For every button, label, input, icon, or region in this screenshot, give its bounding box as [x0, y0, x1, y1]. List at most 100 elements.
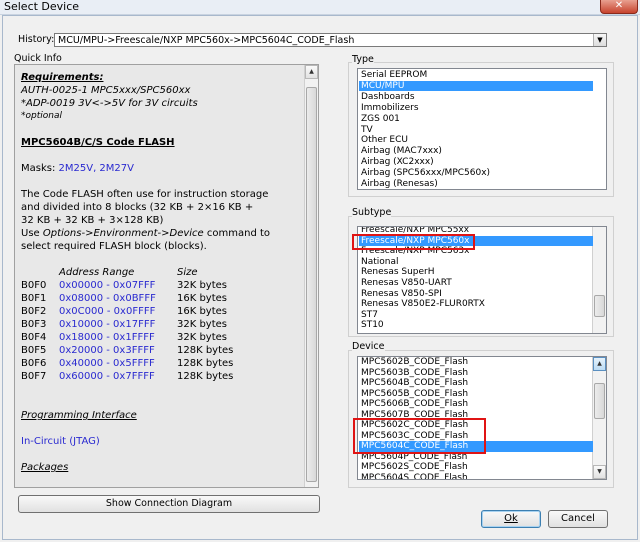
- packages-heading: Packages: [21, 462, 69, 473]
- type-listbox[interactable]: Serial EEPROM MCU/MPU Dashboards Immobilize…: [357, 68, 607, 190]
- close-icon[interactable]: ✕: [600, 0, 638, 14]
- list-item[interactable]: MCU/MPU: [359, 80, 593, 92]
- code-flash-heading: MPC5604B/C/S Code FLASH: [21, 137, 175, 148]
- block-name: B0F6: [21, 358, 47, 369]
- block-name: B0F5: [21, 345, 47, 356]
- list-item[interactable]: Airbag (XC2xxx): [361, 157, 434, 168]
- list-item[interactable]: MPC5605B_CODE_Flash: [361, 389, 468, 400]
- history-value: MCU/MPU->Freescale/NXP MPC560x->MPC5604C…: [58, 35, 355, 46]
- block-range: 0x40000 - 0x5FFFF: [59, 358, 155, 369]
- block-range: 0x18000 - 0x1FFFF: [59, 332, 155, 343]
- block-size: 16K bytes: [177, 293, 228, 304]
- scroll-thumb[interactable]: [594, 295, 605, 317]
- block-range: 0x0C000 - 0x0FFFF: [59, 306, 156, 317]
- list-item[interactable]: Renesas SuperH: [361, 267, 435, 278]
- list-item[interactable]: Renesas V850-SPI: [361, 289, 442, 300]
- block-size: 128K bytes: [177, 371, 234, 382]
- list-item[interactable]: MPC5604S_CODE_Flash: [361, 473, 468, 480]
- table-row: B0F3 0x10000 - 0x17FFF 32K bytes: [21, 318, 233, 331]
- block-size: 128K bytes: [177, 345, 234, 356]
- table-row: B0F4 0x18000 - 0x1FFFF 32K bytes: [21, 331, 233, 344]
- table-row: B0F6 0x40000 - 0x5FFFF 128K bytes: [21, 357, 233, 370]
- type-label: Type: [352, 54, 374, 65]
- list-item[interactable]: Serial EEPROM: [361, 70, 427, 81]
- quick-info-content: Requirements: AUTH-0025-1 MPC5xxx/SPC560…: [21, 71, 305, 474]
- requirement-line: *ADP-0019 3V<->5V for 3V circuits: [21, 98, 198, 109]
- block-size: 32K bytes: [177, 280, 228, 291]
- list-item[interactable]: MPC5604B_CODE_Flash: [361, 378, 468, 389]
- chevron-down-icon[interactable]: ▼: [593, 34, 606, 46]
- list-item[interactable]: Airbag (Renesas): [361, 179, 438, 189]
- scroll-up-icon[interactable]: ▲: [305, 65, 318, 79]
- address-range-header: Address Range: [59, 267, 135, 278]
- quick-info-panel: Requirements: AUTH-0025-1 MPC5xxx/SPC560…: [14, 64, 319, 488]
- block-name: B0F1: [21, 293, 47, 304]
- list-item[interactable]: Other ECU: [361, 135, 408, 146]
- cancel-button[interactable]: Cancel: [548, 510, 608, 528]
- cancel-label: Cancel: [561, 513, 595, 524]
- list-item[interactable]: National: [361, 257, 399, 268]
- list-item[interactable]: MPC5602S_CODE_Flash: [361, 462, 468, 473]
- table-row: B0F2 0x0C000 - 0x0FFFF 16K bytes: [21, 305, 233, 318]
- subtype-scrollbar[interactable]: [592, 227, 606, 333]
- list-item[interactable]: Renesas V850-UART: [361, 278, 452, 289]
- masks-label: Masks:: [21, 163, 59, 174]
- table-header-row: Address Range Size: [21, 266, 233, 279]
- quick-info-scrollbar[interactable]: ▲: [304, 65, 318, 487]
- block-size: 128K bytes: [177, 358, 234, 369]
- description-line: and divided into 8 blocks (32 KB + 2×16 …: [21, 202, 254, 213]
- block-name: B0F4: [21, 332, 47, 343]
- quick-info-label: Quick Info: [14, 53, 62, 64]
- table-row: B0F0 0x00000 - 0x07FFF 32K bytes: [21, 279, 233, 292]
- list-item[interactable]: MPC5603B_CODE_Flash: [361, 368, 468, 379]
- list-item[interactable]: Renesas V850E2-FLUR0RTX: [361, 299, 485, 310]
- ok-label: Ok: [504, 513, 518, 524]
- table-row: B0F1 0x08000 - 0x0BFFF 16K bytes: [21, 292, 233, 305]
- requirement-line: AUTH-0025-1 MPC5xxx/SPC560xx: [21, 85, 191, 96]
- block-name: B0F2: [21, 306, 47, 317]
- list-item[interactable]: Dashboards: [361, 92, 415, 103]
- list-item[interactable]: ZGS 001: [361, 114, 400, 125]
- table-row: B0F7 0x60000 - 0x7FFFF 128K bytes: [21, 370, 233, 383]
- scroll-thumb[interactable]: [306, 87, 317, 482]
- list-item[interactable]: ST10: [361, 320, 384, 331]
- flash-blocks-table: Address Range Size B0F0 0x00000 - 0x07FFF…: [21, 266, 233, 383]
- scroll-down-icon[interactable]: ▼: [593, 465, 606, 479]
- use-prefix: Use: [21, 228, 43, 239]
- block-range: 0x10000 - 0x17FFF: [59, 319, 156, 330]
- list-item[interactable]: Immobilizers: [361, 103, 419, 114]
- device-scrollbar[interactable]: ▲ ▼: [592, 357, 606, 479]
- show-connection-diagram-button[interactable]: Show Connection Diagram: [18, 495, 320, 513]
- list-item[interactable]: ST7: [361, 310, 378, 321]
- ok-button[interactable]: Ok: [481, 510, 541, 528]
- masks-value[interactable]: 2M25V, 2M27V: [59, 163, 134, 174]
- description-line: 32 KB + 32 KB + 3×128 KB): [21, 215, 164, 226]
- block-range: 0x20000 - 0x3FFFF: [59, 345, 155, 356]
- use-suffix: command to: [203, 228, 271, 239]
- title-bar: Select Device ✕: [0, 0, 640, 15]
- scroll-up-icon[interactable]: ▲: [593, 357, 606, 371]
- table-row: B0F5 0x20000 - 0x3FFFF 128K bytes: [21, 344, 233, 357]
- list-item[interactable]: TV: [361, 125, 373, 136]
- list-item[interactable]: MPC5602B_CODE_Flash: [361, 357, 468, 368]
- list-item[interactable]: MPC5606B_CODE_Flash: [361, 399, 468, 410]
- block-range: 0x08000 - 0x0BFFF: [59, 293, 156, 304]
- highlight-box-subtype: [352, 234, 475, 250]
- masks-line: Masks: 2M25V, 2M27V: [21, 162, 305, 175]
- block-range: 0x60000 - 0x7FFFF: [59, 371, 155, 382]
- use-command-line: Use Options->Environment->Device command…: [21, 227, 305, 240]
- block-name: B0F0: [21, 280, 47, 291]
- history-combobox[interactable]: MCU/MPU->Freescale/NXP MPC560x->MPC5604C…: [54, 33, 607, 47]
- options-path: Options->Environment->Device: [42, 228, 204, 239]
- block-name: B0F3: [21, 319, 47, 330]
- requirements-heading: Requirements:: [21, 72, 104, 83]
- block-range: 0x00000 - 0x07FFF: [59, 280, 156, 291]
- scroll-thumb[interactable]: [594, 383, 605, 419]
- block-size: 32K bytes: [177, 319, 228, 330]
- block-size: 32K bytes: [177, 332, 228, 343]
- in-circuit-link[interactable]: In-Circuit (JTAG): [21, 435, 305, 448]
- history-label: History:: [18, 34, 55, 45]
- list-item[interactable]: Airbag (MAC7xxx): [361, 146, 442, 157]
- use-command-line-2: select required FLASH block (blocks).: [21, 241, 207, 252]
- list-item[interactable]: Airbag (SPC56xxx/MPC560x): [361, 168, 490, 179]
